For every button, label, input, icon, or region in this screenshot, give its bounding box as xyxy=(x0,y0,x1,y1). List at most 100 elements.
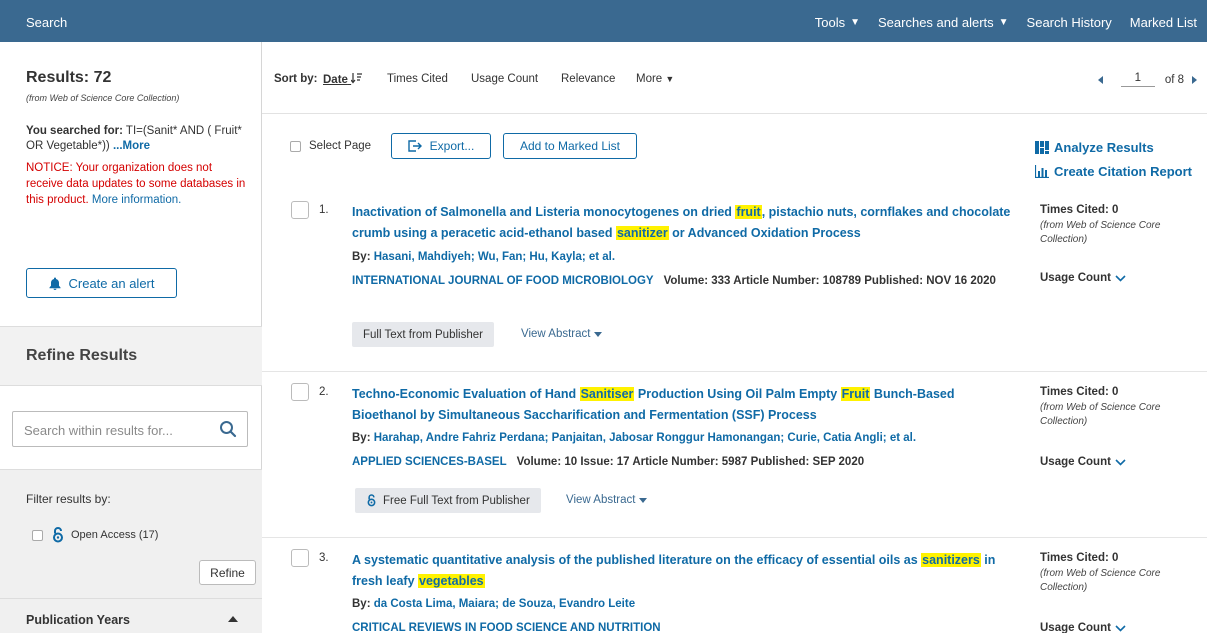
full-text-label: Full Text from Publisher xyxy=(363,328,483,341)
usage-count-toggle[interactable]: Usage Count xyxy=(1040,456,1126,468)
citation-report-link[interactable]: Create Citation Report xyxy=(1035,164,1192,179)
search-icon[interactable] xyxy=(219,420,237,438)
tools-menu[interactable]: Tools ▼ xyxy=(815,15,860,30)
chevron-down-icon xyxy=(1115,624,1126,632)
prev-page-icon[interactable] xyxy=(1097,75,1103,84)
top-bar: Search Tools ▼ Searches and alerts ▼ Searc… xyxy=(0,0,1207,42)
record-checkbox[interactable] xyxy=(291,383,309,401)
sort-more[interactable]: More ▼ xyxy=(636,73,674,85)
pagination: 1 of 8 xyxy=(1097,72,1197,87)
sidebar: Results: 72 (from Web of Science Core Co… xyxy=(0,42,262,633)
bar-chart-icon xyxy=(1035,165,1049,178)
journal-link[interactable]: INTERNATIONAL JOURNAL OF FOOD MICROBIOLO… xyxy=(352,275,654,287)
sort-times-cited[interactable]: Times Cited xyxy=(387,73,448,85)
record-authors: By: da Costa Lima, Maiara; de Souza, Eva… xyxy=(352,598,635,610)
highlight-term: Sanitiser xyxy=(579,387,635,401)
searched-label: You searched for: xyxy=(26,125,123,137)
by-label: By: xyxy=(352,598,371,610)
more-information-link[interactable]: More information. xyxy=(92,194,181,206)
authors-link[interactable]: Harahap, Andre Fahriz Perdana; Panjaitan… xyxy=(374,432,916,444)
times-cited: Times Cited: 0 xyxy=(1040,552,1119,564)
full-text-button[interactable]: Full Text from Publisher xyxy=(352,322,494,347)
export-button[interactable]: Export... xyxy=(391,133,491,159)
analyze-icon xyxy=(1035,141,1049,154)
export-icon xyxy=(407,140,422,152)
highlight-term: Fruit xyxy=(840,387,871,401)
record-divider xyxy=(262,537,1207,538)
record-divider xyxy=(262,371,1207,372)
sort-more-label: More xyxy=(636,73,663,85)
usage-count-label: Usage Count xyxy=(1040,272,1111,284)
record-title[interactable]: Techno-Economic Evaluation of Hand Sanit… xyxy=(352,384,1012,426)
search-history-link[interactable]: Search History xyxy=(1027,15,1112,30)
cited-source: (from Web of Science Core Collection) xyxy=(1040,220,1161,245)
open-access-label: Open Access (17) xyxy=(71,529,159,541)
record-number: 3. xyxy=(319,552,329,564)
record-checkbox[interactable] xyxy=(291,201,309,219)
select-page[interactable]: Select Page xyxy=(290,140,371,152)
sort-relevance[interactable]: Relevance xyxy=(561,73,615,85)
usage-count-toggle[interactable]: Usage Count xyxy=(1040,272,1126,284)
sort-by-label: Sort by: xyxy=(274,73,318,85)
analyze-results-label: Analyze Results xyxy=(1054,140,1154,155)
search-within-placeholder: Search within results for... xyxy=(24,423,173,438)
title-text: Techno-Economic Evaluation of Hand xyxy=(352,387,580,401)
authors-link[interactable]: Hasani, Mahdiyeh; Wu, Fan; Hu, Kayla; et… xyxy=(374,251,615,263)
next-page-icon[interactable] xyxy=(1192,75,1197,84)
select-page-checkbox[interactable] xyxy=(290,140,301,152)
refine-button[interactable]: Refine xyxy=(199,560,256,585)
open-access-checkbox[interactable] xyxy=(32,529,43,541)
notice-text: NOTICE: Your organization does not recei… xyxy=(26,160,248,208)
sort-bar: Sort by: Date Times Cited Usage Count Re… xyxy=(262,42,1207,114)
title-text: or Advanced Oxidation Process xyxy=(668,226,861,240)
view-abstract-label: View Abstract xyxy=(566,494,636,506)
by-label: By: xyxy=(352,432,371,444)
open-access-icon xyxy=(53,527,63,543)
authors-link[interactable]: da Costa Lima, Maiara; de Souza, Evandro… xyxy=(374,598,635,610)
results-count: Results: 72 xyxy=(26,69,112,86)
record-title[interactable]: Inactivation of Salmonella and Listeria … xyxy=(352,202,1012,244)
times-cited-block: Times Cited: 0 (from Web of Science Core… xyxy=(1040,204,1200,247)
citation-report-label: Create Citation Report xyxy=(1054,164,1192,179)
page-number-input[interactable]: 1 xyxy=(1120,72,1155,87)
create-alert-button[interactable]: Create an alert xyxy=(26,268,177,298)
export-label: Export... xyxy=(429,139,475,153)
chevron-down-icon xyxy=(1115,274,1126,282)
page-total: of 8 xyxy=(1164,73,1184,86)
search-link[interactable]: Search xyxy=(26,15,67,30)
bell-icon xyxy=(49,277,60,290)
analyze-results-link[interactable]: Analyze Results xyxy=(1035,140,1154,155)
sort-usage-count[interactable]: Usage Count xyxy=(471,73,538,85)
refine-results-header: Refine Results xyxy=(0,326,262,386)
free-full-text-button[interactable]: Free Full Text from Publisher xyxy=(355,488,541,513)
marked-list-link[interactable]: Marked List xyxy=(1130,15,1197,30)
full-text-label: Free Full Text from Publisher xyxy=(383,494,530,507)
usage-count-toggle[interactable]: Usage Count xyxy=(1040,622,1126,633)
search-within-input[interactable]: Search within results for... xyxy=(12,411,248,447)
record-checkbox[interactable] xyxy=(291,549,309,567)
publication-years-section[interactable]: Publication Years xyxy=(0,598,262,633)
record-title[interactable]: A systematic quantitative analysis of th… xyxy=(352,550,1012,592)
add-to-marked-list-button[interactable]: Add to Marked List xyxy=(503,133,637,159)
collapse-arrow-icon[interactable] xyxy=(228,616,238,622)
record-number: 1. xyxy=(319,204,329,216)
more-link[interactable]: ...More xyxy=(113,140,150,152)
create-alert-label: Create an alert xyxy=(68,275,155,291)
top-nav: Tools ▼ Searches and alerts ▼ Search Histo… xyxy=(797,15,1197,30)
journal-link[interactable]: CRITICAL REVIEWS IN FOOD SCIENCE AND NUT… xyxy=(352,622,661,633)
record-meta: Volume: 333 Article Number: 108789 Publi… xyxy=(663,275,996,287)
filter-panel: Filter results by: Open Access (17) Refi… xyxy=(0,469,262,633)
view-abstract-link[interactable]: View Abstract xyxy=(566,494,648,506)
sort-date[interactable]: Date xyxy=(323,73,363,86)
searches-alerts-menu[interactable]: Searches and alerts ▼ xyxy=(878,15,1009,30)
by-label: By: xyxy=(352,251,371,263)
times-cited-block: Times Cited: 0 (from Web of Science Core… xyxy=(1040,386,1200,429)
cited-source: (from Web of Science Core Collection) xyxy=(1040,568,1161,593)
journal-link[interactable]: APPLIED SCIENCES-BASEL xyxy=(352,456,507,468)
times-cited: Times Cited: 0 xyxy=(1040,386,1119,398)
refine-results-title: Refine Results xyxy=(26,347,138,364)
open-access-filter[interactable]: Open Access (17) xyxy=(32,527,158,543)
filter-label: Filter results by: xyxy=(26,492,111,506)
view-abstract-link[interactable]: View Abstract xyxy=(521,328,603,340)
tools-label: Tools xyxy=(814,15,846,30)
